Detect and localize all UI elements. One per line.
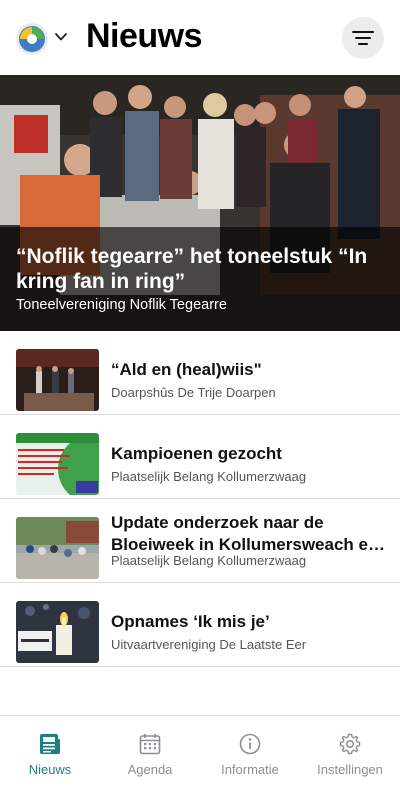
tab-label: Informatie <box>221 762 279 777</box>
newspaper-icon <box>40 734 60 754</box>
news-source: Uitvaartvereniging De Laatste Eer <box>111 637 307 652</box>
news-thumbnail <box>16 601 99 663</box>
news-thumbnail <box>16 517 99 579</box>
featured-article[interactable]: “Noflik tegearre” het toneelstuk “In kri… <box>0 75 400 331</box>
news-source: Doarpshûs De Trije Doarpen <box>111 385 276 400</box>
news-source: Plaatselijk Belang Kollumerzwaag <box>111 469 307 484</box>
news-title: Kampioenen gezocht <box>111 444 282 463</box>
news-title-line: Update onderzoek naar de <box>111 513 324 532</box>
list-item[interactable]: Update onderzoek naar de Bloeiweek in Ko… <box>0 499 400 583</box>
filter-icon <box>352 31 374 45</box>
news-thumbnail <box>16 349 99 411</box>
calendar-icon <box>139 734 161 755</box>
tab-agenda[interactable]: Agenda <box>100 732 200 777</box>
village-logo[interactable] <box>16 23 48 55</box>
page-title: Nieuws <box>86 17 203 55</box>
tab-nieuws[interactable]: Nieuws <box>0 732 100 777</box>
news-thumbnail <box>16 433 99 495</box>
featured-source: Toneelvereniging Noflik Tegearre <box>16 297 227 313</box>
news-title: Update onderzoek naar de Bloeiweek in Ko… <box>111 512 386 556</box>
list-item[interactable]: Opnames ‘Ik mis je’ Uitvaartvereniging D… <box>0 583 400 667</box>
tab-informatie[interactable]: Informatie <box>200 732 300 777</box>
bottom-tab-bar: Nieuws Agenda Informatie Instellingen <box>0 715 400 811</box>
news-list: “Ald en (heal)wiis" Doarpshûs De Trije D… <box>0 331 400 667</box>
news-source: Plaatselijk Belang Kollumerzwaag <box>111 553 307 568</box>
info-icon <box>239 733 261 755</box>
list-item[interactable]: Kampioenen gezocht Plaatselijk Belang Ko… <box>0 415 400 499</box>
news-title: “Ald en (heal)wiis" <box>111 360 262 379</box>
featured-title: “Noflik tegearre” het toneelstuk “In kri… <box>16 245 368 293</box>
tab-label: Agenda <box>127 762 173 777</box>
tab-label: Instellingen <box>317 762 383 777</box>
tab-label: Nieuws <box>28 762 72 777</box>
filter-button[interactable] <box>342 17 384 59</box>
app-header: Nieuws <box>0 0 400 75</box>
list-item[interactable]: “Ald en (heal)wiis" Doarpshûs De Trije D… <box>0 331 400 415</box>
gear-icon <box>339 733 361 755</box>
tab-instellingen[interactable]: Instellingen <box>300 732 400 777</box>
chevron-down-icon[interactable] <box>54 30 68 44</box>
news-title: Opnames ‘Ik mis je’ <box>111 612 270 631</box>
